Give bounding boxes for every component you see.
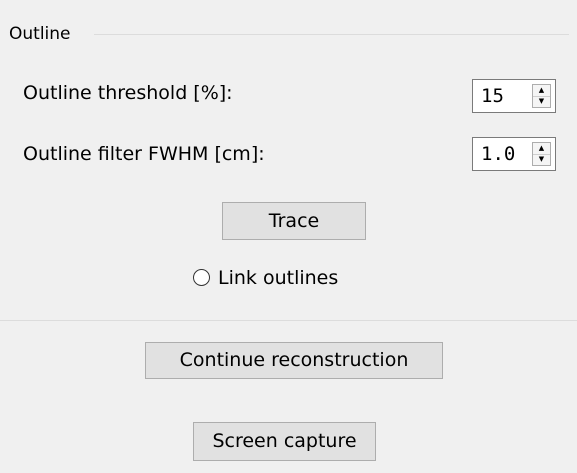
radio-button-icon[interactable]	[193, 269, 210, 286]
outline-filter-label: Outline filter FWHM [cm]:	[23, 143, 265, 165]
outline-filter-value[interactable]: 1.0	[481, 142, 515, 166]
arrow-down-icon[interactable]: ▼	[533, 96, 550, 107]
trace-button[interactable]: Trace	[222, 202, 366, 240]
arrow-down-icon[interactable]: ▼	[533, 154, 550, 165]
outline-threshold-label: Outline threshold [%]:	[23, 82, 233, 104]
outline-group-title: Outline	[9, 24, 71, 44]
screen-capture-button[interactable]: Screen capture	[193, 422, 376, 461]
section-divider	[0, 320, 577, 321]
link-outlines-label[interactable]: Link outlines	[218, 265, 338, 291]
outline-threshold-spinbox[interactable]: 15 ▲ ▼	[472, 79, 556, 113]
outline-threshold-value[interactable]: 15	[481, 84, 504, 108]
outline-filter-spinbox[interactable]: 1.0 ▲ ▼	[472, 137, 556, 171]
outline-filter-stepper[interactable]: ▲ ▼	[532, 142, 551, 166]
outline-threshold-stepper[interactable]: ▲ ▼	[532, 84, 551, 108]
group-divider	[94, 34, 569, 35]
continue-reconstruction-button[interactable]: Continue reconstruction	[145, 342, 443, 379]
